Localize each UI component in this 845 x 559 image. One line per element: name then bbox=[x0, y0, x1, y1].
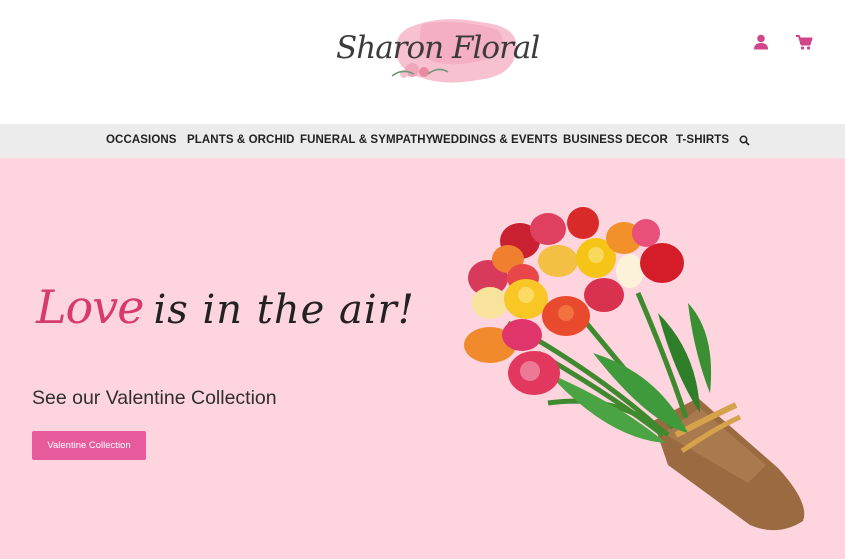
nav-list: OCCASIONS PLANTS & ORCHID FUNERAL & SYMP… bbox=[0, 124, 845, 158]
cart-icon[interactable] bbox=[795, 33, 813, 51]
headline-rest: is in the air! bbox=[153, 287, 415, 333]
nav-item-business-decor[interactable]: BUSINESS DECOR bbox=[563, 134, 668, 146]
hero-banner: Love is in the air! See our Valentine Col… bbox=[0, 158, 845, 559]
nav-item-occasions[interactable]: OCCASIONS bbox=[106, 134, 177, 146]
main-nav: OCCASIONS PLANTS & ORCHID FUNERAL & SYMP… bbox=[0, 124, 845, 158]
nav-item-weddings-events[interactable]: WEDDINGS & EVENTS bbox=[432, 134, 558, 146]
logo-text: Sharon Floral bbox=[336, 30, 540, 66]
site-header: Sharon Floral bbox=[0, 0, 845, 124]
search-icon[interactable] bbox=[739, 135, 750, 146]
hero-subheading: See our Valentine Collection bbox=[32, 387, 277, 409]
tulip-bouquet-image bbox=[464, 207, 805, 531]
nav-item-plants-orchid[interactable]: PLANTS & ORCHID bbox=[187, 134, 295, 146]
hero-headline: Love is in the air! bbox=[36, 280, 415, 334]
user-icon[interactable] bbox=[752, 33, 770, 51]
nav-item-funeral-sympathy[interactable]: FUNERAL & SYMPATHY bbox=[300, 134, 433, 146]
headline-accent: Love bbox=[36, 280, 144, 334]
valentine-collection-button[interactable]: Valentine Collection bbox=[32, 431, 146, 460]
site-logo[interactable]: Sharon Floral bbox=[330, 14, 540, 86]
nav-item-t-shirts[interactable]: T-SHIRTS bbox=[676, 134, 729, 146]
